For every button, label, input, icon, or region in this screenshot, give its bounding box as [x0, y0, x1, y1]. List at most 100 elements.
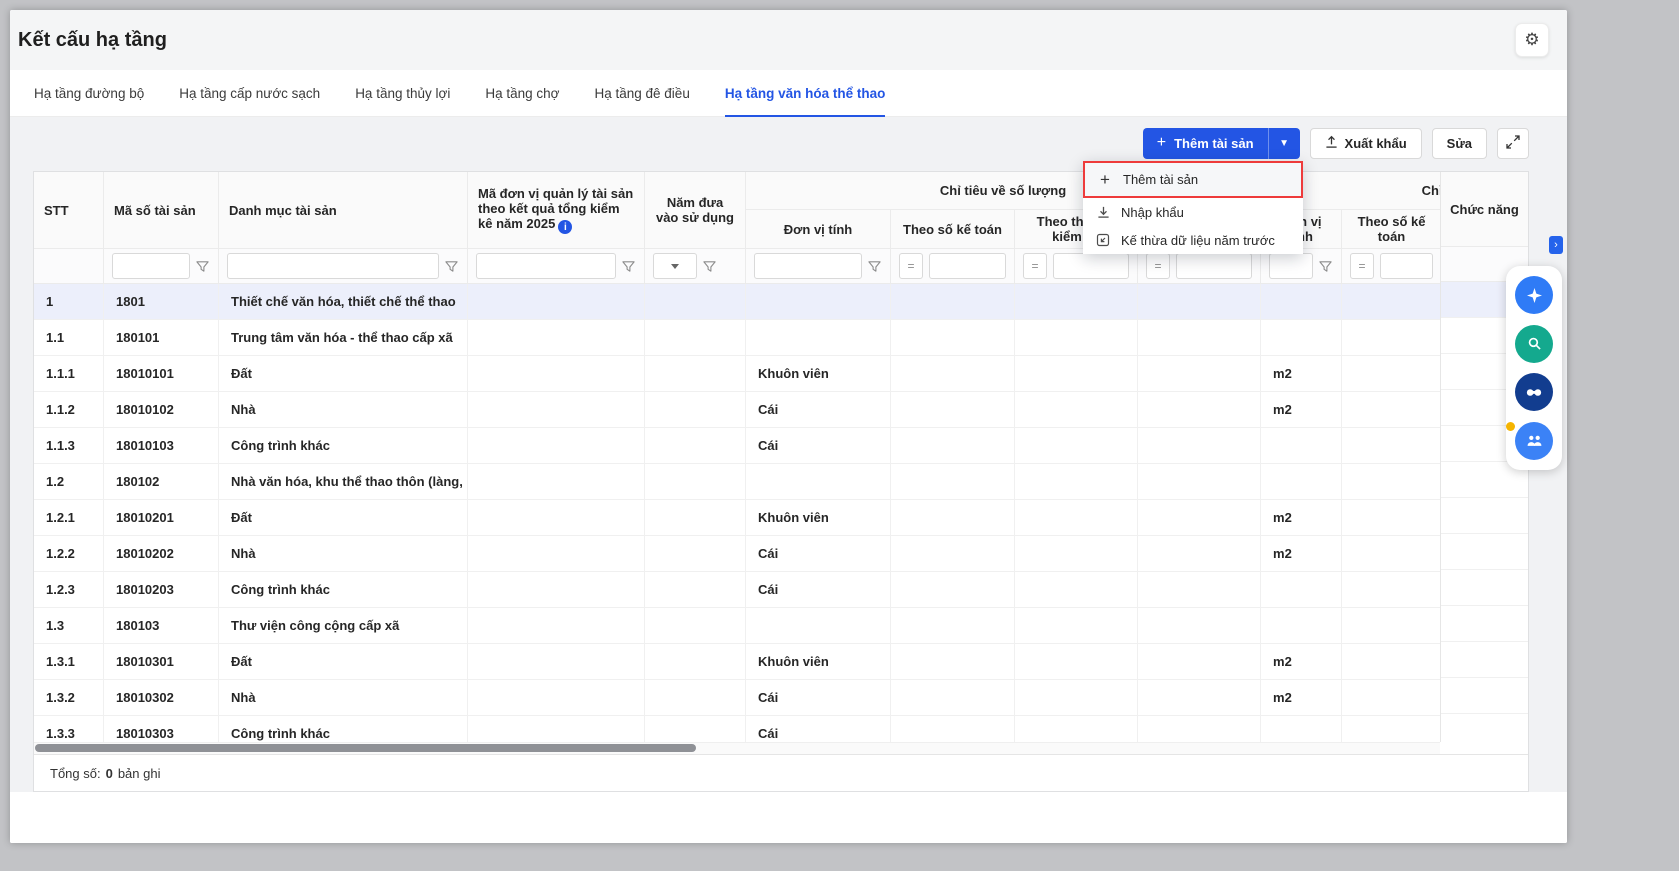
cell-unit2 [1261, 320, 1342, 356]
table-row[interactable]: 1.1.2 18010102 Nhà Cái m2 [34, 392, 1440, 428]
tab[interactable]: Hạ tầng cấp nước sạch [179, 70, 320, 116]
info-icon[interactable]: i [558, 220, 572, 234]
table-row[interactable]: 1.2.3 18010203 Công trình khác Cái [34, 572, 1440, 608]
cell-year [645, 644, 746, 680]
cell-accounting [891, 572, 1015, 608]
export-button[interactable]: Xuất khẩu [1310, 128, 1422, 159]
cell-year [645, 428, 746, 464]
tab[interactable]: Hạ tầng chợ [485, 70, 559, 116]
filter-input-unit[interactable] [754, 253, 862, 279]
table-row[interactable]: 1.3 180103 Thư viện công cộng cấp xã [34, 608, 1440, 644]
horizontal-scrollbar[interactable] [34, 742, 1440, 754]
cell-unit2: m2 [1261, 536, 1342, 572]
people-assistant-icon[interactable] [1515, 422, 1553, 460]
cell-9 [1138, 320, 1261, 356]
funnel-icon[interactable] [445, 260, 459, 273]
filter-cell-unit-code [468, 249, 645, 284]
cell-stt: 1.1.2 [34, 392, 104, 428]
tab[interactable]: Hạ tầng đê điều [595, 70, 690, 116]
table-row[interactable]: 1.1 180101 Trung tâm văn hóa - thể thao … [34, 320, 1440, 356]
cell-actions [1441, 714, 1528, 742]
cell-year [645, 680, 746, 716]
filter-operator[interactable]: = [899, 253, 923, 279]
tab-label: Hạ tầng đường bộ [34, 86, 144, 101]
cell-unit: Cái [746, 428, 891, 464]
plus-icon: + [1097, 171, 1113, 188]
cell-accounting2 [1342, 716, 1440, 742]
filter-input-inventory[interactable] [1053, 253, 1129, 279]
year-filter-select[interactable] [653, 253, 697, 279]
filter-input-unit2[interactable] [1269, 253, 1313, 279]
col-header-actions: Chức năng [1441, 172, 1528, 247]
filter-input-code[interactable] [112, 253, 190, 279]
cell-actions [1441, 642, 1528, 678]
filter-input-accounting[interactable] [929, 253, 1006, 279]
settings-button[interactable]: ⚙ [1515, 23, 1549, 57]
cell-category: Trung tâm văn hóa - thể thao cấp xã [219, 320, 468, 356]
table-row[interactable]: 1.3.1 18010301 Đất Khuôn viên m2 [34, 644, 1440, 680]
table-row[interactable]: 1 1801 Thiết chế văn hóa, thiết chế thể … [34, 284, 1440, 320]
tab[interactable]: Hạ tầng đường bộ [34, 70, 144, 116]
add-asset-button[interactable]: + Thêm tài sản [1143, 128, 1268, 159]
table-row[interactable]: 1.3.3 18010303 Công trình khác Cái [34, 716, 1440, 742]
tab-label: Hạ tầng thủy lợi [355, 86, 450, 101]
cell-inventory [1015, 680, 1138, 716]
scrollbar-thumb[interactable] [35, 744, 696, 752]
funnel-icon[interactable] [622, 260, 636, 273]
filter-input-category[interactable] [227, 253, 439, 279]
table-row[interactable]: 1.2 180102 Nhà văn hóa, khu thể thao thô… [34, 464, 1440, 500]
funnel-icon[interactable] [1319, 260, 1333, 273]
filter-cell-code [104, 249, 219, 284]
filter-cell-inventory: = [1015, 249, 1138, 284]
cell-accounting [891, 500, 1015, 536]
tab[interactable]: Hạ tầng thủy lợi [355, 70, 450, 116]
filter-input-9[interactable] [1176, 253, 1252, 279]
fullscreen-button[interactable] [1497, 128, 1529, 159]
cell-stt: 1.1 [34, 320, 104, 356]
cell-unit-code [468, 716, 645, 742]
cell-accounting [891, 320, 1015, 356]
tab[interactable]: Hạ tầng văn hóa thể thao [725, 70, 886, 116]
menu-item-import[interactable]: Nhập khẩu [1083, 198, 1303, 226]
edit-button[interactable]: Sửa [1432, 128, 1487, 159]
menu-item-add-asset[interactable]: + Thêm tài sản [1083, 161, 1303, 198]
table-row[interactable]: 1.3.2 18010302 Nhà Cái m2 [34, 680, 1440, 716]
cell-inventory [1015, 536, 1138, 572]
cell-9 [1138, 572, 1261, 608]
cell-actions [1441, 498, 1528, 534]
table-row[interactable]: 1.2.1 18010201 Đất Khuôn viên m2 [34, 500, 1440, 536]
cell-category: Thư viện công cộng cấp xã [219, 608, 468, 644]
cell-unit-code [468, 680, 645, 716]
filter-cell-year [645, 249, 746, 284]
goggles-assistant-icon[interactable] [1515, 373, 1553, 411]
filter-input-accounting2[interactable] [1380, 253, 1433, 279]
cell-unit: Cái [746, 536, 891, 572]
table-row[interactable]: 1.1.1 18010101 Đất Khuôn viên m2 [34, 356, 1440, 392]
cell-unit2 [1261, 428, 1342, 464]
filter-operator[interactable]: = [1350, 253, 1374, 279]
cell-actions [1441, 534, 1528, 570]
spark-assistant-icon[interactable] [1515, 276, 1553, 314]
magnifier-assistant-icon[interactable] [1515, 325, 1553, 363]
table-row[interactable]: 1.1.3 18010103 Công trình khác Cái [34, 428, 1440, 464]
page-title: Kết cấu hạ tầng [18, 29, 167, 52]
cell-9 [1138, 392, 1261, 428]
cell-actions [1441, 606, 1528, 642]
cell-category: Đất [219, 356, 468, 392]
cell-code: 180101 [104, 320, 219, 356]
sidebar-expand-tab[interactable]: › [1549, 236, 1563, 254]
cell-code: 180102 [104, 464, 219, 500]
filter-operator[interactable]: = [1023, 253, 1047, 279]
cell-inventory [1015, 716, 1138, 742]
cell-unit-code [468, 572, 645, 608]
menu-item-inherit-data[interactable]: Kế thừa dữ liệu năm trước [1083, 226, 1303, 254]
add-asset-dropdown-toggle[interactable]: ▼ [1268, 128, 1300, 159]
upload-icon [1325, 135, 1338, 152]
filter-operator[interactable]: = [1146, 253, 1170, 279]
funnel-icon[interactable] [703, 260, 717, 273]
filter-input-unit-code[interactable] [476, 253, 616, 279]
cell-inventory [1015, 428, 1138, 464]
funnel-icon[interactable] [868, 260, 882, 273]
funnel-icon[interactable] [196, 260, 210, 273]
table-row[interactable]: 1.2.2 18010202 Nhà Cái m2 [34, 536, 1440, 572]
